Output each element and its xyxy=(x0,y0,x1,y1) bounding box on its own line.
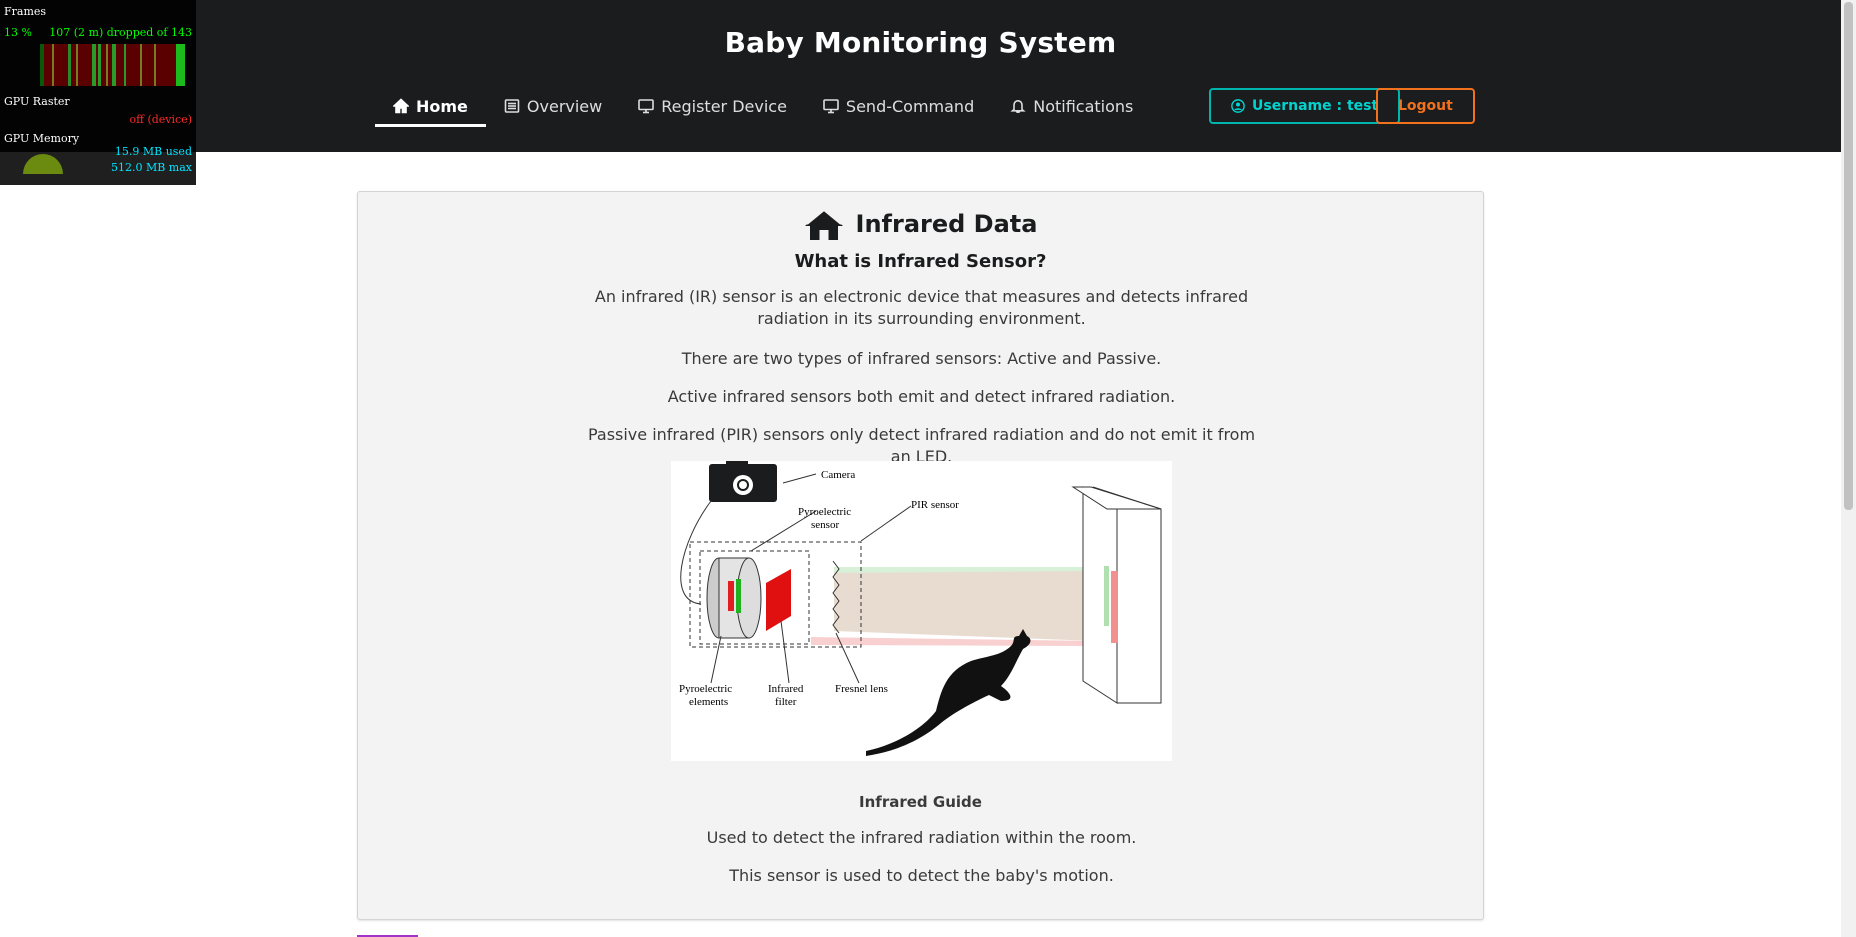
frames-label: Frames xyxy=(4,5,47,18)
gpu-raster-status: off (device) xyxy=(129,113,192,126)
nav-item-send-command[interactable]: Send-Command xyxy=(805,86,992,126)
fps-meter-overlay: Frames 13 % 107 (2 m) dropped of 143 GPU… xyxy=(0,0,196,185)
nav-item-notifications[interactable]: Notifications xyxy=(992,86,1151,126)
paragraph-types: There are two types of infrared sensors:… xyxy=(681,349,1162,368)
paragraph-active: Active infrared sensors both emit and de… xyxy=(667,387,1176,406)
nav-label-home: Home xyxy=(416,96,468,116)
page-scrollbar[interactable] xyxy=(1841,0,1856,937)
caption-line-2: This sensor is used to detect the baby's… xyxy=(729,866,1114,885)
diagram-label-filter-2: filter xyxy=(775,696,797,708)
gpu-memory-gauge xyxy=(23,154,63,174)
nav-label-register-device: Register Device xyxy=(661,96,787,116)
nav-item-overview[interactable]: Overview xyxy=(486,86,620,126)
top-menu-bar: Baby Monitoring System Home Overview Reg… xyxy=(0,0,1841,152)
nav-label-overview: Overview xyxy=(526,96,603,116)
frames-dropped: 107 (2 m) dropped of 143 xyxy=(49,26,192,39)
desktop-icon xyxy=(823,99,839,114)
desktop-icon xyxy=(638,99,655,114)
gpu-memory-max: 512.0 MB max xyxy=(110,161,192,174)
ir-beam xyxy=(834,568,1096,641)
paragraph-definition: An infrared (IR) sensor is an electronic… xyxy=(594,287,1249,328)
section-subtitle: What is Infrared Sensor? xyxy=(794,251,1047,272)
page-title: Infrared Data xyxy=(855,210,1038,238)
nav-item-home[interactable]: Home xyxy=(375,86,486,127)
home-icon xyxy=(804,208,843,240)
diagram-label-pyro-sensor-2: sensor xyxy=(811,519,839,531)
gpu-memory-label: GPU Memory xyxy=(4,132,80,145)
main-nav: Home Overview Register Device Send-Comma… xyxy=(375,86,1151,127)
bell-icon xyxy=(1010,99,1026,114)
logout-button[interactable]: Logout xyxy=(1376,88,1475,124)
username-label: Username : test xyxy=(1252,98,1379,114)
kangaroo-silhouette xyxy=(866,629,1031,756)
diagram-label-pyro-sensor-1: Pyroelectric xyxy=(798,506,851,518)
diagram-label-pir: PIR sensor xyxy=(911,499,959,511)
list-icon xyxy=(504,99,520,113)
segment-header: Infrared Data xyxy=(358,207,1483,241)
nav-item-register-device[interactable]: Register Device xyxy=(620,86,805,126)
home-icon xyxy=(393,98,409,114)
diagram-label-camera: Camera xyxy=(821,469,855,481)
gpu-memory-used: 15.9 MB used xyxy=(114,145,192,158)
infrared-segment: Infrared Data What is Infrared Sensor? A… xyxy=(357,191,1484,920)
gpu-raster-label: GPU Raster xyxy=(4,95,70,108)
frames-chart xyxy=(40,44,185,86)
user-circle-icon xyxy=(1231,99,1245,113)
diagram-label-pyro-elements-2: elements xyxy=(689,696,728,708)
nav-label-send-command: Send-Command xyxy=(845,96,975,116)
frames-percent: 13 % xyxy=(4,26,32,39)
diagram-caption: Infrared Guide xyxy=(859,793,982,811)
caption-line-1: Used to detect the infrared radiation wi… xyxy=(706,828,1137,847)
site-title: Baby Monitoring System xyxy=(724,26,1117,59)
diagram-label-pyro-elements-1: Pyroelectric xyxy=(679,683,732,695)
nav-label-notifications: Notifications xyxy=(1033,96,1134,116)
diagram-label-filter-1: Infrared xyxy=(768,683,804,695)
scrollbar-thumb[interactable] xyxy=(1844,2,1853,510)
pir-sensor-diagram: Camera Pyroelectric sensor PIR sensor Py… xyxy=(671,461,1172,761)
diagram-label-fresnel: Fresnel lens xyxy=(835,683,888,695)
infrared-filter-shape xyxy=(766,569,791,631)
username-button[interactable]: Username : test xyxy=(1209,88,1401,124)
camera-icon xyxy=(709,461,777,502)
